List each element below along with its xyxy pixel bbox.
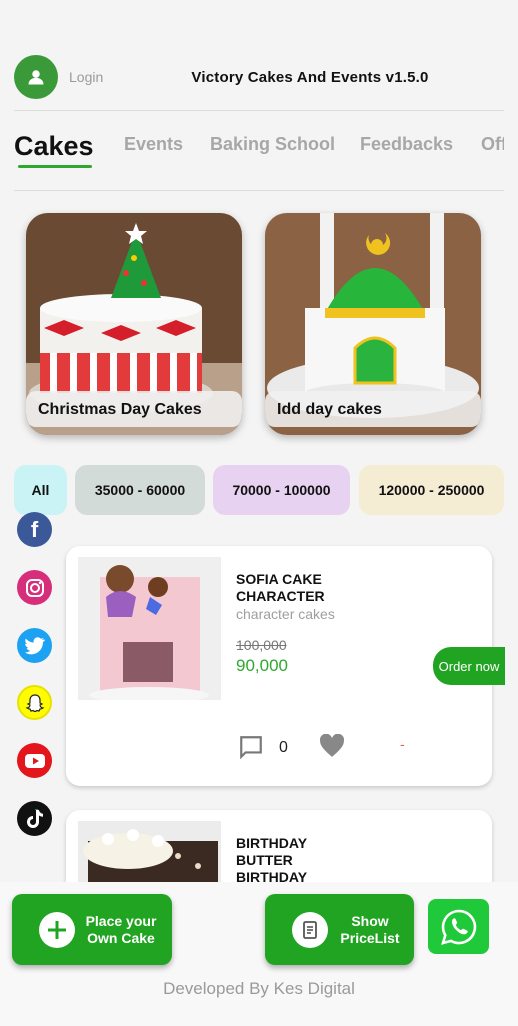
footer-credit: Developed By Kes Digital — [163, 979, 355, 998]
status-indicator: - — [400, 736, 405, 752]
heart-icon[interactable] — [319, 734, 345, 758]
tab-cakes[interactable]: Cakes — [14, 134, 94, 162]
show-pricelist-label: Show PriceList — [340, 912, 400, 946]
login-link[interactable]: Login — [69, 69, 103, 85]
plus-icon — [39, 911, 75, 948]
product-old-price: 100,000 — [236, 637, 287, 653]
snapchat-icon[interactable] — [17, 685, 52, 720]
whatsapp-icon — [440, 909, 476, 945]
show-pricelist-button[interactable]: Show PriceList — [265, 894, 414, 965]
tab-offers[interactable]: Offers — [481, 134, 504, 155]
order-now-button[interactable]: Order now — [433, 647, 505, 685]
filter-chip-35000-60000[interactable]: 35000 - 60000 — [75, 465, 205, 515]
product-category: character cakes — [236, 606, 335, 622]
app-title: Victory Cakes And Events v1.5.0 — [191, 69, 429, 86]
tiktok-icon[interactable] — [17, 801, 52, 836]
comment-icon[interactable] — [238, 734, 264, 760]
product-card[interactable]: SOFIA CAKE CHARACTER character cakes 100… — [66, 546, 492, 786]
youtube-icon[interactable] — [17, 743, 52, 778]
user-avatar[interactable] — [14, 55, 58, 99]
person-icon — [28, 70, 44, 85]
category-card-idd[interactable]: Idd day cakes — [265, 213, 481, 435]
filter-chip-all[interactable]: All — [14, 465, 67, 515]
twitter-icon[interactable] — [17, 628, 52, 663]
product-name: SOFIA CAKE CHARACTER — [236, 571, 325, 604]
tabs-divider — [14, 190, 504, 191]
category-label: Idd day cakes — [265, 391, 481, 427]
tab-feedbacks[interactable]: Feedbacks — [360, 134, 453, 155]
active-tab-indicator — [18, 165, 92, 168]
tab-baking-school[interactable]: Baking School — [210, 134, 335, 155]
category-card-christmas[interactable]: Christmas Day Cakes — [26, 213, 242, 435]
facebook-icon[interactable]: f — [17, 512, 52, 547]
instagram-icon[interactable] — [17, 570, 52, 605]
pricelist-icon — [292, 911, 328, 948]
whatsapp-button[interactable] — [428, 899, 489, 954]
tab-events[interactable]: Events — [124, 134, 183, 155]
product-image — [78, 557, 221, 700]
place-own-cake-label: Place your Own Cake — [85, 912, 157, 946]
tab-bar: Cakes Events Baking School Feedbacks Off… — [14, 134, 504, 174]
header-divider — [14, 110, 504, 111]
filter-chip-120000-250000[interactable]: 120000 - 250000 — [359, 465, 504, 515]
comment-count: 0 — [279, 739, 288, 756]
product-price: 90,000 — [236, 656, 288, 675]
place-own-cake-button[interactable]: Place your Own Cake — [12, 894, 172, 965]
category-label: Christmas Day Cakes — [26, 391, 242, 427]
filter-chip-70000-100000[interactable]: 70000 - 100000 — [213, 465, 350, 515]
